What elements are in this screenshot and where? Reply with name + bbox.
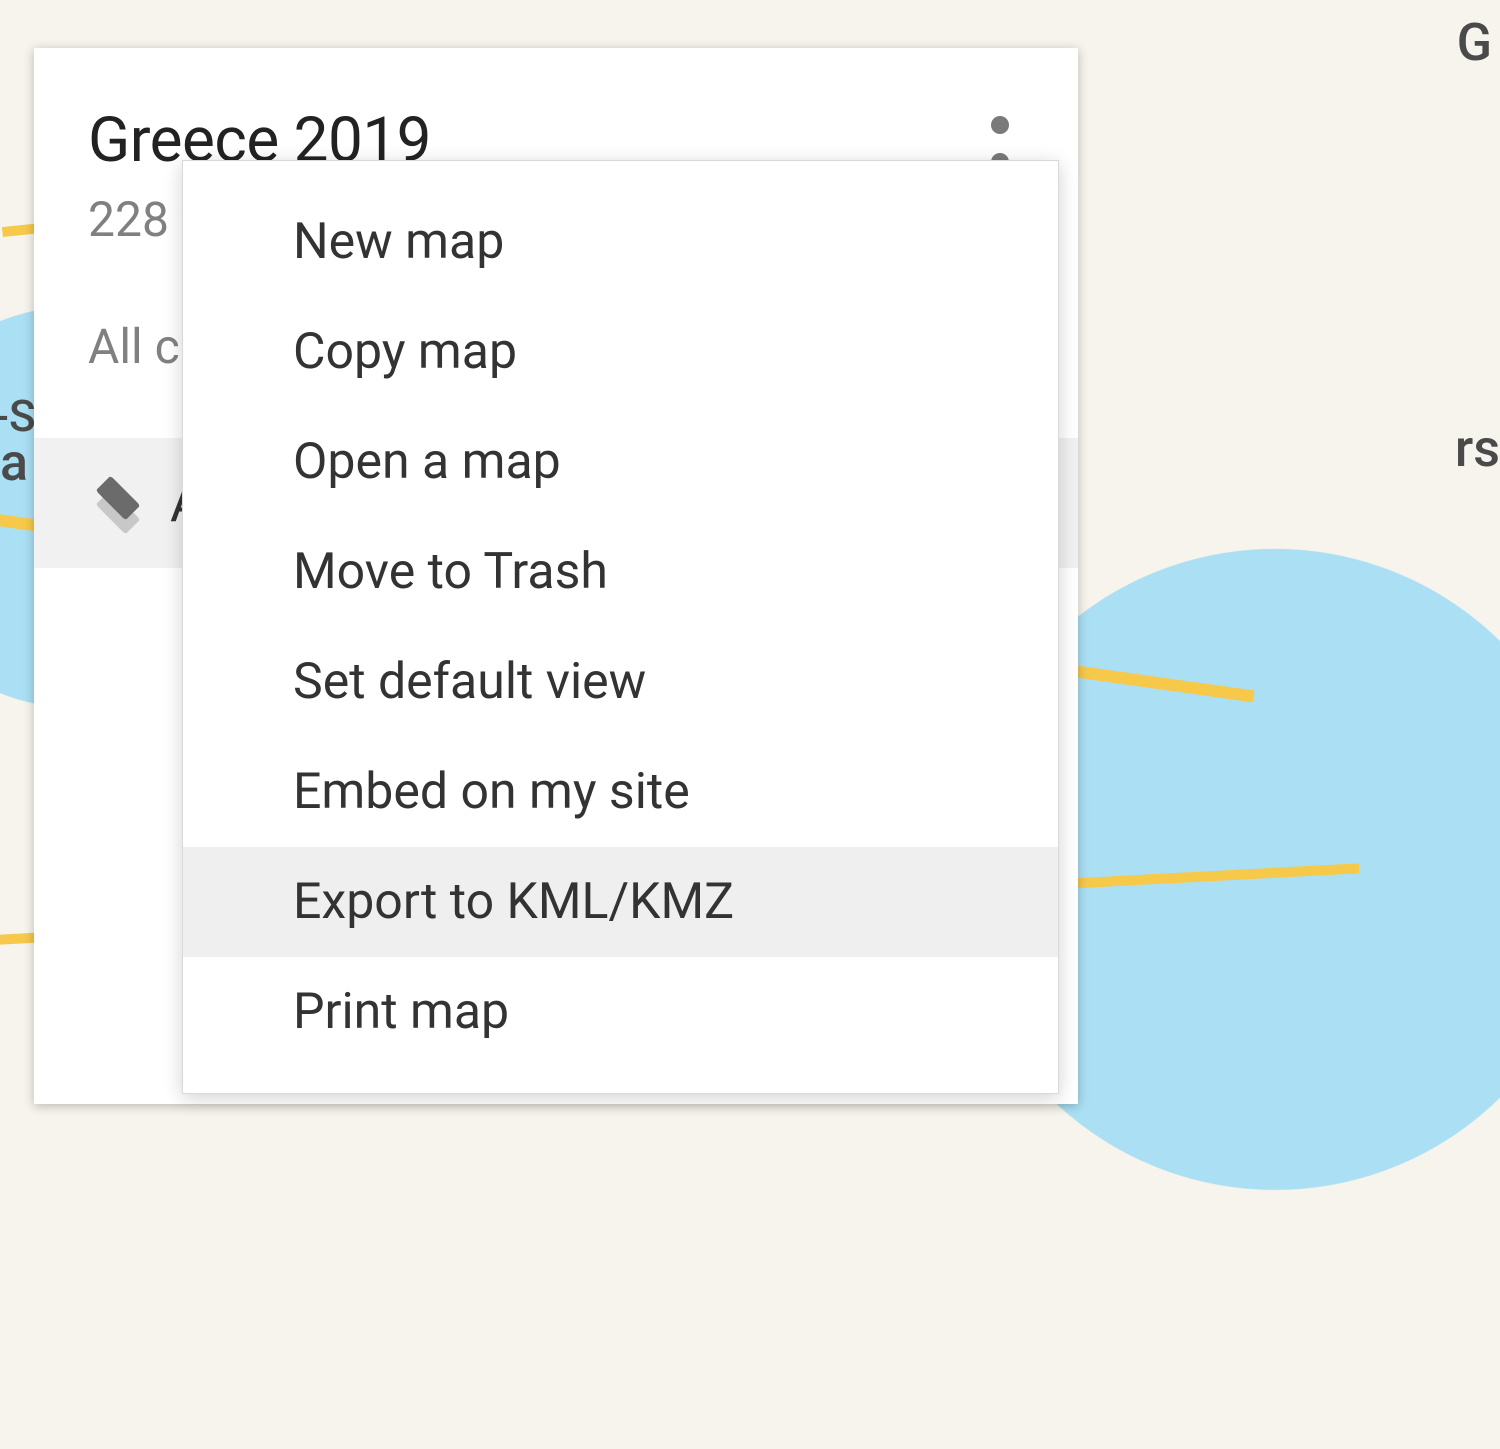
menu-item-move-to-trash[interactable]: Move to Trash — [183, 517, 1058, 627]
layers-icon — [88, 479, 148, 527]
menu-item-new-map[interactable]: New map — [183, 187, 1058, 297]
map-options-menu: New map Copy map Open a map Move to Tras… — [182, 160, 1059, 1094]
menu-item-copy-map[interactable]: Copy map — [183, 297, 1058, 407]
menu-item-print-map[interactable]: Print map — [183, 957, 1058, 1067]
menu-item-embed[interactable]: Embed on my site — [183, 737, 1058, 847]
menu-item-set-default-view[interactable]: Set default view — [183, 627, 1058, 737]
menu-item-open-map[interactable]: Open a map — [183, 407, 1058, 517]
map-label: -S — [0, 390, 36, 442]
map-label: rs — [1455, 418, 1500, 479]
map-label: G — [1457, 12, 1492, 73]
menu-item-export-kml[interactable]: Export to KML/KMZ — [183, 847, 1058, 957]
